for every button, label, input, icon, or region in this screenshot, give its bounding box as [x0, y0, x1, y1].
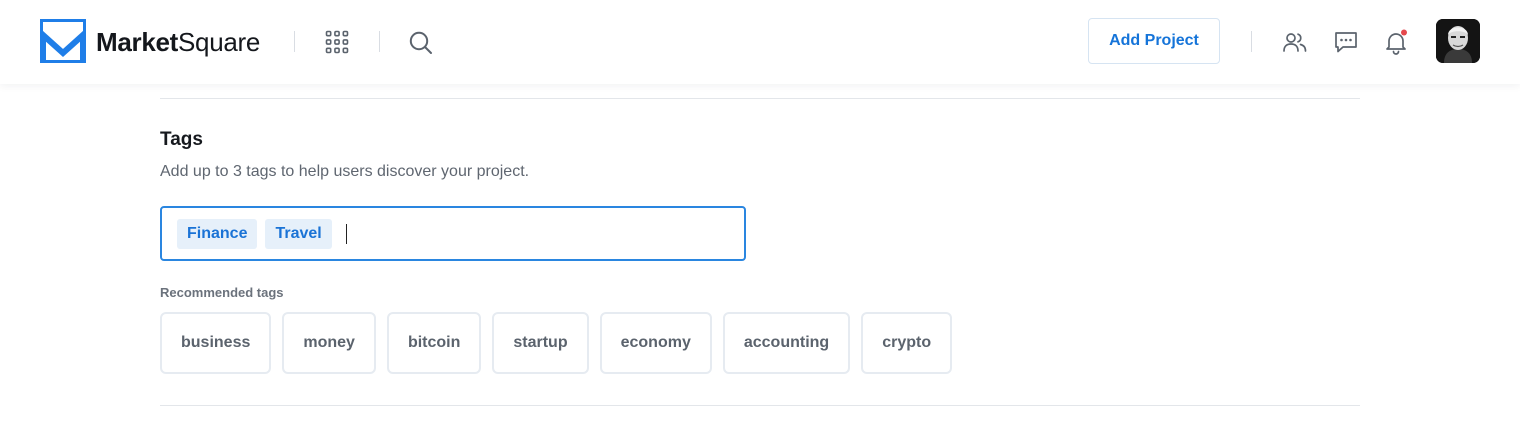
notification-dot [1401, 29, 1407, 36]
tags-section-description: Add up to 3 tags to help users discover … [160, 163, 530, 180]
recommended-tag-business[interactable]: business [160, 312, 272, 374]
divider [1251, 31, 1252, 52]
user-avatar[interactable] [1436, 19, 1480, 63]
recommended-tags-label: Recommended tags [160, 285, 284, 300]
divider [294, 31, 295, 52]
recommended-tag-economy[interactable]: economy [599, 312, 712, 374]
brand-name-regular: Square [178, 27, 261, 57]
section-divider-bottom [160, 405, 1360, 406]
recommended-tags-list: business money bitcoin startup economy a… [160, 312, 953, 374]
recommended-tag-accounting[interactable]: accounting [722, 312, 851, 374]
avatar-image [1436, 19, 1480, 63]
text-cursor [345, 223, 348, 244]
recommended-tag-startup[interactable]: startup [492, 312, 589, 374]
users-icon[interactable] [1282, 29, 1308, 55]
recommended-tag-bitcoin[interactable]: bitcoin [386, 312, 482, 374]
recommended-tag-crypto[interactable]: crypto [861, 312, 953, 374]
divider [379, 31, 380, 52]
add-project-button[interactable]: Add Project [1088, 18, 1220, 64]
tags-input-field[interactable]: Finance Travel [160, 206, 746, 261]
recommended-tag-money[interactable]: money [282, 312, 376, 374]
top-navbar: MarketSquare Add Project [0, 0, 1520, 84]
selected-tag-chip[interactable]: Travel [265, 218, 332, 249]
selected-tag-chip[interactable]: Finance [177, 218, 258, 249]
bell-icon[interactable] [1383, 29, 1409, 55]
brand-name[interactable]: MarketSquare [96, 27, 260, 57]
tags-section-title: Tags [160, 129, 203, 150]
apps-grid-icon[interactable] [325, 30, 349, 54]
chat-icon[interactable] [1333, 29, 1359, 55]
logo-icon[interactable] [40, 19, 86, 63]
brand-name-bold: Market [96, 27, 179, 57]
section-divider-top [160, 98, 1360, 99]
search-icon[interactable] [408, 30, 433, 55]
